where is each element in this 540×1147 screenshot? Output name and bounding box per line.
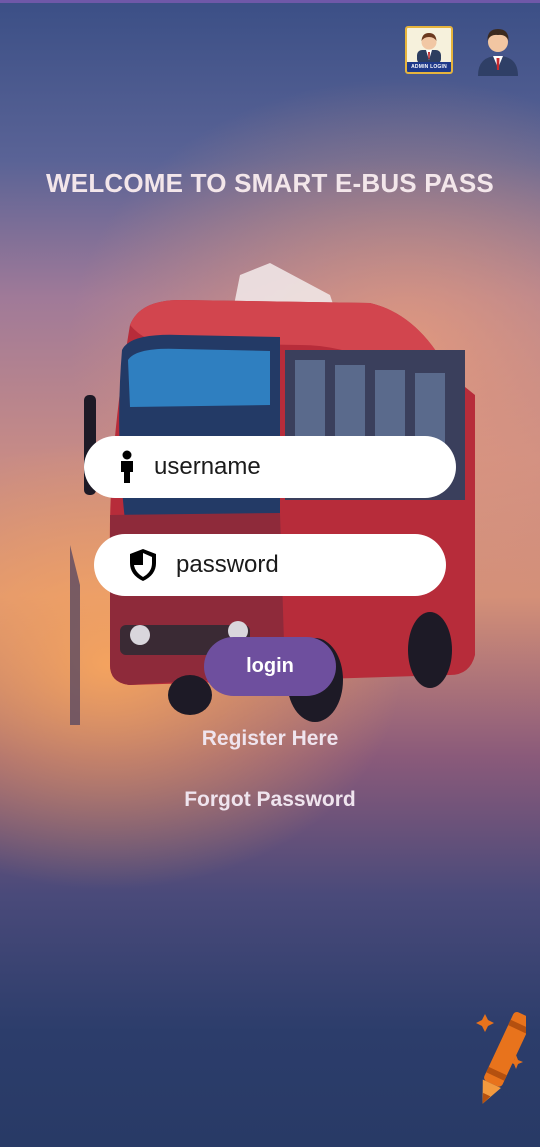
page-title: WELCOME TO SMART E-BUS PASS bbox=[46, 168, 494, 198]
user-person-icon bbox=[478, 29, 518, 76]
person-icon bbox=[118, 450, 136, 484]
admin-badge-caption: ADMIN LOGIN bbox=[407, 62, 451, 72]
login-button[interactable]: login bbox=[204, 637, 336, 696]
password-input[interactable] bbox=[174, 550, 488, 580]
top-accent-line bbox=[0, 0, 540, 3]
password-field[interactable] bbox=[94, 534, 488, 596]
register-link[interactable]: Register Here bbox=[0, 727, 540, 751]
admin-person-icon bbox=[417, 33, 441, 64]
admin-login-button[interactable]: ADMIN LOGIN bbox=[405, 26, 453, 74]
crayon-sparkle-icon[interactable] bbox=[468, 1002, 532, 1114]
username-input[interactable] bbox=[152, 452, 466, 482]
shield-icon bbox=[128, 548, 158, 582]
username-field[interactable] bbox=[84, 436, 466, 498]
forgot-password-link[interactable]: Forgot Password bbox=[0, 788, 540, 812]
user-avatar-button[interactable] bbox=[474, 24, 522, 76]
